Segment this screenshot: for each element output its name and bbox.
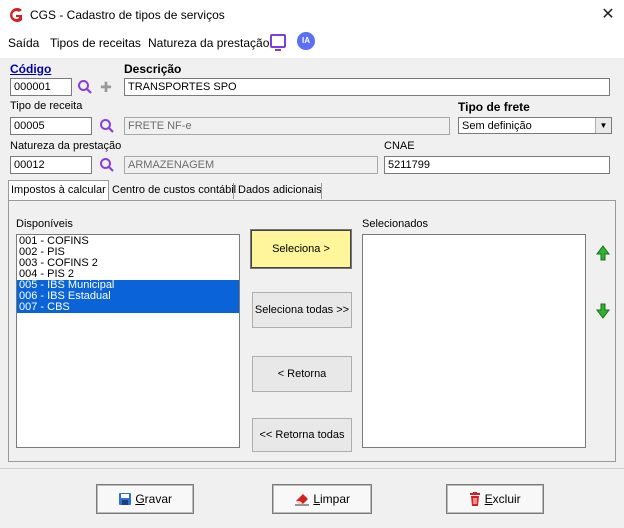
cnae-field[interactable]: 5211799 [384, 156, 610, 174]
natureza-description: ARMAZENAGEM [124, 156, 378, 174]
chevron-down-icon[interactable]: ▼ [595, 118, 611, 133]
codigo-label: Código [10, 62, 52, 76]
selected-label: Selecionados [362, 218, 429, 230]
tipo-frete-label: Tipo de frete [458, 100, 530, 114]
natureza-label: Natureza da prestação [10, 140, 122, 152]
trash-icon [470, 492, 481, 506]
search-icon[interactable] [99, 118, 115, 134]
available-label: Disponíveis [16, 218, 73, 230]
seleciona-button[interactable]: Seleciona > [250, 229, 352, 269]
descricao-field[interactable]: TRANSPORTES SPO [124, 78, 610, 96]
seleciona-todas-button[interactable]: Seleciona todas >> [252, 292, 352, 328]
window-title: CGS - Cadastro de tipos de serviços [30, 8, 225, 22]
cnae-label: CNAE [384, 140, 415, 152]
gravar-button[interactable]: Gravar [96, 484, 194, 514]
tab-separator [321, 183, 322, 199]
tab-separator [108, 183, 109, 199]
app-logo-icon [10, 8, 22, 22]
natureza-code-field[interactable]: 00012 [10, 156, 92, 174]
gravar-label: ravar [144, 492, 173, 506]
menu-tipos-receitas[interactable]: Tipos de receitas [50, 36, 141, 50]
menu-saida[interactable]: Saída [8, 36, 39, 50]
retorna-button[interactable]: < Retorna [252, 356, 352, 392]
tab-separator [233, 183, 234, 199]
close-button[interactable]: ✕ [596, 4, 620, 26]
search-icon[interactable] [77, 79, 93, 95]
limpar-mnemonic: L [313, 492, 320, 506]
tipo-frete-value: Sem definição [462, 120, 532, 132]
excluir-label: xcluir [492, 492, 521, 506]
excluir-mnemonic: E [484, 492, 493, 506]
descricao-label: Descrição [124, 62, 182, 76]
tab-centro-custos[interactable]: Centro de custos contábil [110, 181, 238, 200]
tipo-receita-code-field[interactable]: 00005 [10, 117, 92, 135]
add-icon[interactable]: ✚ [99, 80, 113, 94]
save-icon [118, 493, 131, 505]
available-list[interactable]: 001 - COFINS 002 - PIS 003 - COFINS 2 00… [16, 234, 240, 448]
ia-assistant-icon[interactable]: IA [297, 32, 315, 50]
monitor-icon[interactable] [270, 34, 286, 51]
tab-impostos[interactable]: Impostos à calcular [8, 180, 109, 200]
excluir-button[interactable]: Excluir [446, 484, 544, 514]
tipo-receita-label: Tipo de receita [10, 100, 83, 112]
tab-dados-adicionais[interactable]: Dados adicionais [236, 181, 324, 200]
retorna-todas-button[interactable]: << Retorna todas [252, 418, 352, 452]
limpar-label: impar [320, 492, 351, 506]
tipo-frete-select[interactable]: Sem definição ▼ [458, 117, 612, 134]
move-down-icon[interactable] [596, 303, 610, 319]
tipo-receita-description: FRETE NF-e [124, 117, 450, 135]
selected-list[interactable] [362, 234, 586, 448]
list-item[interactable]: 007 - CBS [17, 302, 239, 313]
limpar-button[interactable]: Limpar [272, 484, 372, 514]
menu-natureza-prestacao[interactable]: Natureza da prestação [148, 36, 269, 50]
codigo-field[interactable]: 000001 [10, 78, 72, 96]
gravar-mnemonic: G [135, 492, 145, 506]
search-icon[interactable] [99, 157, 115, 173]
move-up-icon[interactable] [596, 245, 610, 261]
eraser-icon [294, 494, 309, 506]
